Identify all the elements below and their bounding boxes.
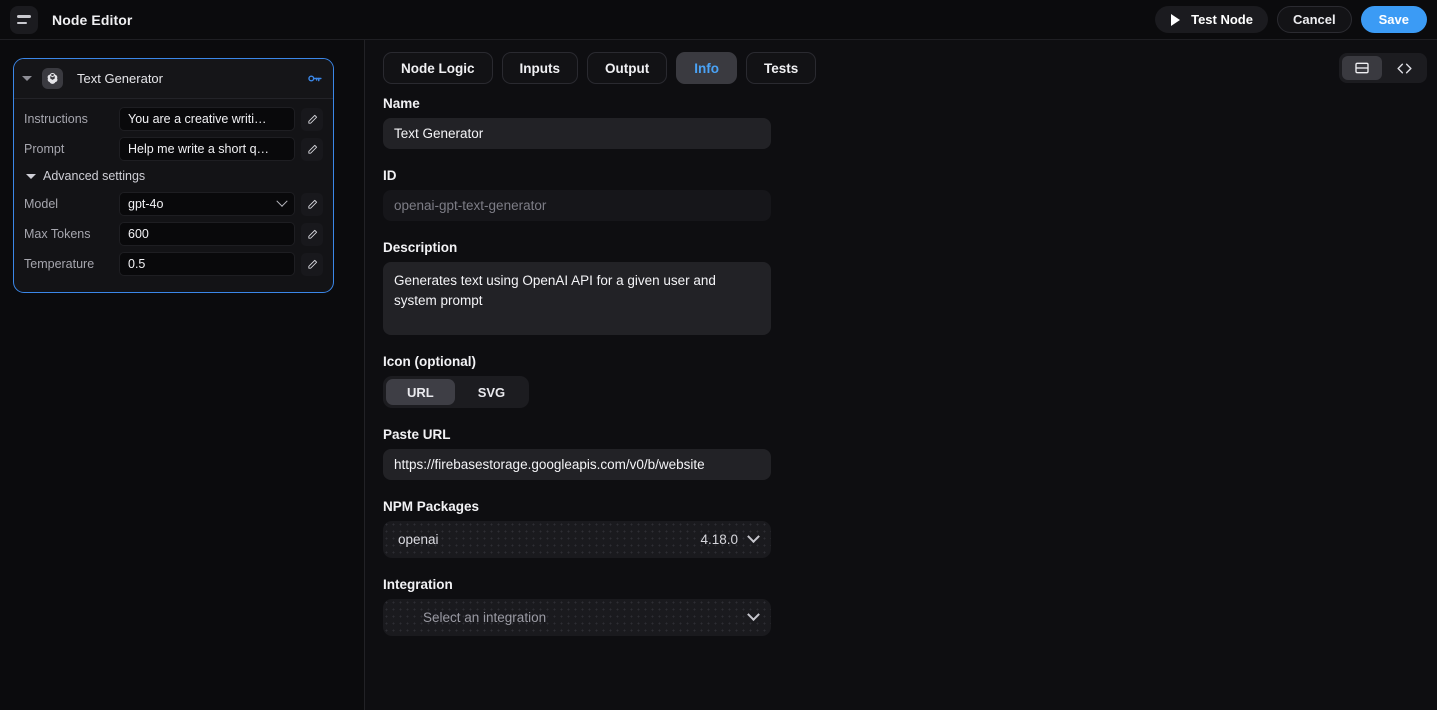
npm-packages-label: NPM Packages [383, 499, 480, 514]
menu-bar-bottom [17, 21, 27, 24]
openai-logo-icon [42, 68, 63, 89]
node-card-header[interactable]: Text Generator [14, 59, 333, 99]
icon-source-url-option[interactable]: URL [386, 379, 455, 405]
name-field-group: Name Text Generator [383, 96, 771, 149]
top-bar: Node Editor Test Node Cancel Save [0, 0, 1437, 40]
play-icon [1168, 12, 1183, 27]
description-label: Description [383, 240, 458, 255]
npm-package-name: openai [398, 532, 439, 547]
advanced-settings-label: Advanced settings [43, 169, 146, 183]
npm-packages-group: NPM Packages openai 4.18.0 [383, 499, 771, 558]
info-form: Name Text Generator ID openai-gpt-text-g… [365, 96, 1437, 710]
integration-select[interactable]: Select an integration [383, 599, 771, 636]
chevron-down-icon[interactable] [747, 608, 760, 622]
node-canvas[interactable]: Text Generator Instructions You are a cr… [0, 40, 365, 710]
npm-package-row[interactable]: openai 4.18.0 [383, 521, 771, 558]
node-card-body: Instructions You are a creative writi… P… [14, 99, 333, 292]
icon-source-segmented-control: URL SVG [383, 376, 530, 408]
advanced-settings-toggle[interactable]: Advanced settings [26, 169, 323, 183]
paste-url-label: Paste URL [383, 427, 451, 442]
pencil-icon[interactable] [301, 137, 323, 161]
node-field-value[interactable]: You are a creative writi… [119, 107, 295, 131]
node-card-title: Text Generator [77, 71, 163, 86]
chevron-down-icon [276, 195, 288, 207]
menu-bar-top [17, 15, 31, 18]
icon-source-svg-option[interactable]: SVG [457, 379, 526, 405]
node-field-select[interactable]: gpt-4o [119, 192, 295, 216]
name-input[interactable]: Text Generator [383, 118, 771, 149]
editor-body: Text Generator Instructions You are a cr… [0, 40, 1437, 710]
id-field-group: ID openai-gpt-text-generator [383, 168, 771, 221]
id-label: ID [383, 168, 397, 183]
paste-url-field-group: Paste URL https://firebasestorage.google… [383, 427, 771, 480]
chevron-down-icon[interactable] [747, 530, 760, 544]
node-field-label: Instructions [24, 112, 88, 126]
pencil-icon[interactable] [301, 252, 323, 276]
page-title: Node Editor [52, 11, 133, 28]
split-pane-icon[interactable] [1342, 56, 1382, 80]
icon-field-group: Icon (optional) URL SVG [383, 354, 771, 408]
pencil-icon[interactable] [301, 222, 323, 246]
node-field-instructions: Instructions You are a creative writi… [24, 107, 323, 131]
id-input: openai-gpt-text-generator [383, 190, 771, 221]
tab-bar: Node Logic Inputs Output Info Tests [365, 40, 1437, 96]
integration-label: Integration [383, 577, 453, 592]
node-field-value[interactable]: Help me write a short q… [119, 137, 295, 161]
icon-section-label: Icon (optional) [383, 354, 476, 369]
node-field-value[interactable]: 0.5 [119, 252, 295, 276]
node-field-label: Model [24, 197, 59, 211]
key-icon[interactable] [306, 70, 323, 87]
node-field-value[interactable]: 600 [119, 222, 295, 246]
tab-tests[interactable]: Tests [745, 52, 817, 84]
tab-inputs[interactable]: Inputs [501, 52, 578, 84]
caret-down-icon [26, 173, 36, 179]
top-bar-actions: Test Node Cancel Save [1155, 6, 1427, 33]
integration-group: Integration Select an integration [383, 577, 771, 636]
integration-placeholder: Select an integration [423, 610, 547, 625]
main-panel: Node Logic Inputs Output Info Tests Name… [365, 40, 1437, 710]
pencil-icon[interactable] [301, 107, 323, 131]
openai-knot-glyph [47, 73, 58, 84]
hamburger-menu-icon[interactable] [10, 5, 38, 34]
description-field-group: Description Generates text using OpenAI … [383, 240, 771, 335]
node-field-label: Max Tokens [24, 227, 91, 241]
node-field-label: Prompt [24, 142, 65, 156]
node-field-temperature: Temperature 0.5 [24, 252, 323, 276]
description-textarea[interactable]: Generates text using OpenAI API for a gi… [383, 262, 771, 335]
node-field-value: gpt-4o [128, 197, 164, 211]
test-node-button-label: Test Node [1191, 12, 1253, 27]
caret-down-icon[interactable] [22, 76, 32, 81]
node-card-text-generator[interactable]: Text Generator Instructions You are a cr… [13, 58, 334, 293]
view-mode-toggle [1339, 53, 1427, 83]
tab-output[interactable]: Output [587, 52, 668, 84]
node-field-max-tokens: Max Tokens 600 [24, 222, 323, 246]
tab-info[interactable]: Info [676, 52, 737, 84]
cancel-button[interactable]: Cancel [1276, 6, 1352, 33]
node-field-label: Temperature [24, 257, 95, 271]
test-node-button[interactable]: Test Node [1155, 6, 1268, 33]
node-field-model: Model gpt-4o [24, 192, 323, 216]
paste-url-input[interactable]: https://firebasestorage.googleapis.com/v… [383, 449, 771, 480]
pencil-icon[interactable] [301, 192, 323, 216]
save-button[interactable]: Save [1360, 6, 1427, 33]
code-brackets-icon[interactable] [1384, 56, 1424, 80]
name-label: Name [383, 96, 420, 111]
node-field-prompt: Prompt Help me write a short q… [24, 137, 323, 161]
npm-package-version: 4.18.0 [700, 532, 738, 547]
tab-node-logic[interactable]: Node Logic [383, 52, 493, 84]
